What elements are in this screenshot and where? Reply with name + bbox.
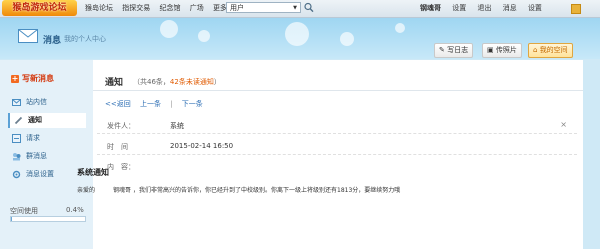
mail-icon bbox=[12, 99, 21, 106]
prev-link[interactable]: 上一条 bbox=[140, 100, 161, 108]
sidebar-item-notifications[interactable]: 通知 bbox=[8, 113, 86, 128]
my-space-button[interactable]: ⌂ 我的空间 bbox=[528, 43, 573, 58]
sender-row: 发件人： 系统 × bbox=[97, 118, 577, 134]
space-usage-label: 空间使用 bbox=[10, 207, 38, 215]
decor-flower bbox=[395, 23, 405, 33]
user-nav: 钢魂哥 设置 退出 消息 设置 bbox=[420, 0, 551, 17]
sender-value: 系统 bbox=[170, 122, 184, 130]
pager-separator: | bbox=[170, 100, 173, 108]
sidebar: + 写新消息 站内信 通知 请求 群消息 消息设置 空间使用 0.4% bbox=[0, 60, 93, 249]
journal-icon: ✎ bbox=[439, 46, 445, 54]
message-body: 亲爱的 钢魂哥 ，我们非常高兴的告诉你，你已经升到了中校级别。你离下一级上将级别还有… bbox=[77, 185, 400, 194]
time-value: 2015-02-14 16:50 bbox=[170, 142, 234, 150]
decor-flower bbox=[285, 22, 309, 46]
group-icon bbox=[13, 153, 21, 161]
message-title: 系统通知 bbox=[77, 168, 109, 177]
panel-title: 通知 bbox=[105, 78, 124, 88]
request-icon bbox=[12, 134, 21, 143]
search-type-select[interactable]: 用户 ▼ bbox=[226, 2, 301, 13]
logout-link[interactable]: 退出 bbox=[477, 4, 491, 12]
write-log-button[interactable]: ✎ 写日志 bbox=[434, 43, 474, 58]
sender-label: 发件人： bbox=[107, 122, 135, 130]
chevron-down-icon: ▼ bbox=[293, 5, 297, 11]
message-pager: <<返回 上一条 | 下一条 bbox=[105, 99, 210, 109]
page-header: 消息 我的个人中心 ✎ 写日志 ▣ 传照片 ⌂ 我的空间 bbox=[0, 18, 600, 59]
nav-item-trade[interactable]: 指探交易 bbox=[122, 4, 150, 12]
sidebar-item-message-settings[interactable]: 消息设置 bbox=[8, 167, 86, 182]
content-label: 内 容： bbox=[107, 163, 135, 171]
time-label: 时 间 bbox=[107, 143, 128, 151]
settings-link[interactable]: 设置 bbox=[452, 4, 466, 12]
time-row: 时 间 2015-02-14 16:50 bbox=[97, 138, 577, 155]
divider bbox=[93, 90, 583, 91]
write-message-button[interactable]: + 写新消息 bbox=[11, 73, 54, 84]
envelope-icon bbox=[18, 29, 38, 43]
unread-count-link[interactable]: 42条未读通知 bbox=[170, 78, 214, 86]
space-usage-fill bbox=[11, 217, 12, 221]
username-link[interactable]: 钢魂哥 bbox=[420, 4, 441, 12]
sidebar-item-inbox[interactable]: 站内信 bbox=[8, 95, 86, 110]
search-type-value: 用户 bbox=[230, 4, 244, 12]
next-link[interactable]: 下一条 bbox=[182, 100, 203, 108]
back-link[interactable]: <<返回 bbox=[105, 100, 131, 108]
message-text: ，我们非常高兴的告诉你，你已经升到了中校级别。你离下一级上将级别还有1813分，… bbox=[133, 187, 401, 194]
upload-photo-button[interactable]: ▣ 传照片 bbox=[482, 43, 522, 58]
space-usage-bar bbox=[10, 216, 86, 222]
space-usage-percent: 0.4% bbox=[66, 206, 84, 214]
message-username: 钢魂哥 bbox=[113, 187, 132, 194]
message-greeting: 亲爱的 bbox=[77, 187, 96, 194]
decor-flower bbox=[340, 32, 354, 46]
message-panel: 通知 （共46条，42条未读通知） <<返回 上一条 | 下一条 发件人： 系统… bbox=[93, 60, 583, 249]
nav-item-memorial[interactable]: 纪念馆 bbox=[159, 4, 180, 12]
nav-item-square[interactable]: 广场 bbox=[190, 4, 204, 12]
photo-icon: ▣ bbox=[487, 46, 494, 54]
page-subtitle[interactable]: 我的个人中心 bbox=[64, 34, 106, 44]
plus-icon: + bbox=[11, 74, 19, 83]
decor-flower bbox=[198, 30, 210, 42]
site-logo[interactable]: 猴岛游戏论坛 bbox=[2, 0, 77, 16]
nav-item-forum[interactable]: 猴岛论坛 bbox=[85, 4, 113, 12]
settings-menu-link[interactable]: 设置 bbox=[528, 4, 542, 12]
home-icon: ⌂ bbox=[533, 46, 538, 54]
top-nav-bar: 猴岛游戏论坛 猴岛论坛 指探交易 纪念馆 广场 更多▼ 用户 ▼ 钢魂哥 设置 … bbox=[0, 0, 600, 18]
notification-count: （共46条，42条未读通知） bbox=[133, 78, 221, 86]
decor-flower bbox=[160, 20, 178, 38]
pencil-icon bbox=[14, 116, 23, 125]
notification-icon[interactable] bbox=[571, 4, 581, 14]
search-icon[interactable] bbox=[304, 2, 314, 13]
page-right-margin bbox=[583, 60, 600, 249]
sidebar-item-requests[interactable]: 请求 bbox=[8, 131, 86, 146]
close-icon[interactable]: × bbox=[560, 120, 567, 129]
sidebar-item-group-messages[interactable]: 群消息 bbox=[8, 149, 86, 164]
messages-link[interactable]: 消息 bbox=[503, 4, 517, 12]
page-title: 消息 bbox=[43, 36, 62, 46]
gear-icon bbox=[12, 170, 21, 179]
